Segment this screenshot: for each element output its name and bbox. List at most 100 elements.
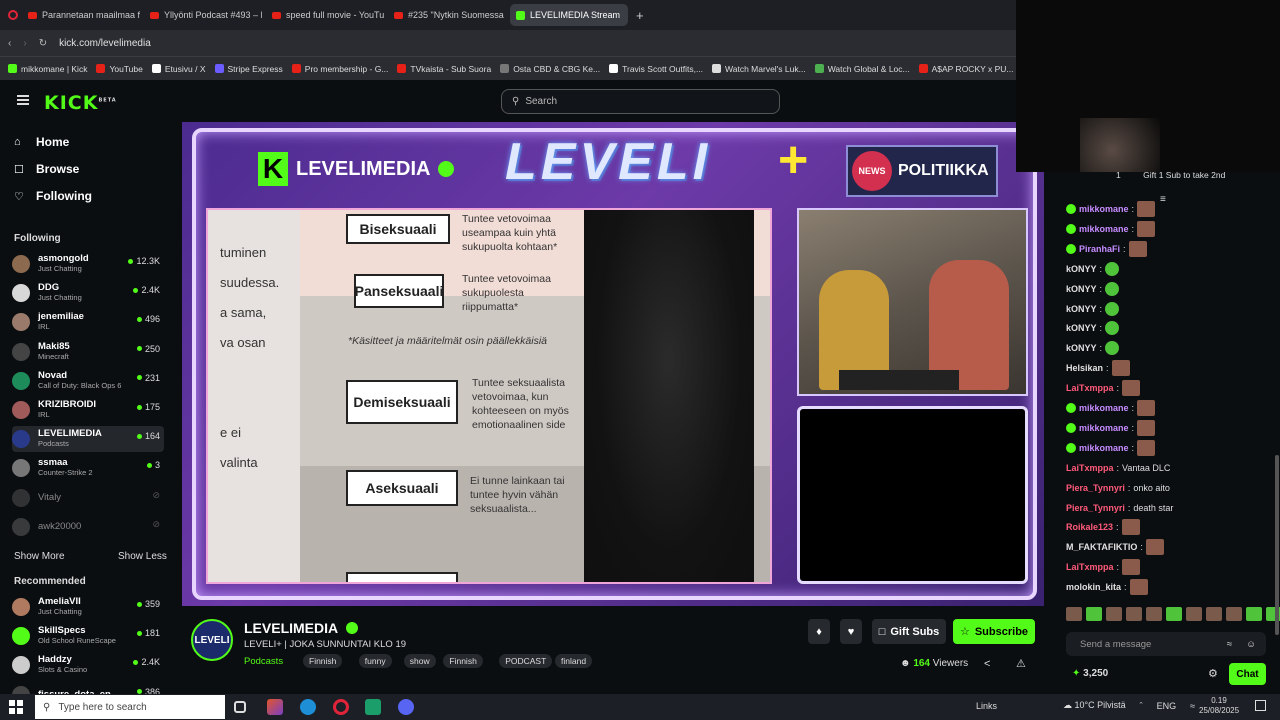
hamburger-menu-icon[interactable] [17,95,29,105]
taskbar-clock[interactable]: 0.19 25/08/2025 [1199,696,1239,716]
emote-icon[interactable] [1106,607,1122,621]
sidebar-channel-levelimedia[interactable]: LEVELIMEDIA Podcasts 164 [12,426,164,453]
stream-tag[interactable]: Finnish [443,654,483,668]
sidebar-channel-vitaly[interactable]: Vitaly ⊘ [12,485,164,511]
emote-icon[interactable] [1206,607,1222,621]
follow-heart-button[interactable]: ♥ [840,619,862,644]
bookmark-item[interactable]: Watch Global & Loc... [814,64,910,74]
reload-icon[interactable]: ↻ [39,38,47,49]
chat-filter-icon[interactable]: ≡ [1160,194,1166,205]
chat-username[interactable]: mikkomane [1079,403,1129,413]
chat-scrollbar[interactable] [1275,455,1279,635]
gift-subs-button[interactable]: □ Gift Subs [872,619,946,644]
links-label[interactable]: Links [976,701,997,711]
browser-tab[interactable]: LEVELIMEDIA Stream [510,4,628,26]
language-indicator[interactable]: ENG [1157,701,1177,711]
stream-tag[interactable]: show [403,654,436,668]
notifications-icon[interactable] [1255,700,1266,711]
app-icon[interactable] [365,699,381,715]
chat-username[interactable]: Roikale123 [1066,522,1113,532]
chat-username[interactable]: molokin_kita [1066,582,1121,592]
sidebar-channel-krizibroidi[interactable]: KRIZIBROIDI IRL 175 [12,397,164,423]
stream-tag[interactable]: Finnish [303,654,343,668]
chat-username[interactable]: Piera_Tynnyri [1066,483,1125,493]
chat-username[interactable]: Helsikan [1066,363,1103,373]
notification-bell-button[interactable]: ♦ [808,619,830,644]
forward-icon[interactable]: › [23,38,26,49]
chevron-up-icon[interactable]: ˆ [1140,701,1143,711]
chat-username[interactable]: kONYY [1066,304,1097,314]
share-icon[interactable]: < [984,658,990,670]
windows-start-icon[interactable] [9,700,23,714]
url-field[interactable]: kick.com/levelimedia [59,38,151,49]
chat-username[interactable]: kONYY [1066,264,1097,274]
sidebar-channel-ddg[interactable]: DDG Just Chatting 2.4K [12,280,164,306]
bookmark-item[interactable]: Osta CBD & CBG Ke... [500,64,600,74]
opera-icon[interactable] [333,699,349,715]
stream-tag[interactable]: PODCAST [499,654,553,668]
sidebar-channel-skillspecs[interactable]: SkillSpecs Old School RuneScape 181 [12,623,164,649]
chat-username[interactable]: Piera_Tynnyri [1066,503,1125,513]
emote-picker-icon[interactable]: ☺ [1246,639,1256,650]
bookmark-item[interactable]: Travis Scott Outfits,... [609,64,703,74]
browser-tab[interactable]: Parannetaan maailmaa fe [22,4,140,26]
task-view-icon[interactable] [234,701,246,713]
bookmark-item[interactable]: mikkomane | Kick [8,64,87,74]
chat-username[interactable]: LaiTxmppa [1066,383,1114,393]
nav-following[interactable]: ♡ Following [14,189,92,203]
chat-message-input[interactable]: Send a message ☺ ≈ [1066,632,1266,656]
channel-avatar[interactable]: LEVELI [191,619,233,661]
report-icon[interactable]: ⚠ [1016,657,1026,670]
emote-icon[interactable] [1246,607,1262,621]
bookmark-item[interactable]: Etusivu / X [151,64,206,74]
chat-username[interactable]: PiranhaFi [1079,244,1120,254]
emote-icon[interactable] [1166,607,1182,621]
chat-username[interactable]: kONYY [1066,343,1097,353]
category-link[interactable]: Podcasts [244,656,283,667]
sidebar-channel-ssmaa[interactable]: ssmaa Counter-Strike 23 [12,455,164,481]
sidebar-channel-jenemiliae[interactable]: jenemiliae IRL 496 [12,309,164,335]
chat-username[interactable]: mikkomane [1079,224,1129,234]
channel-name[interactable]: LEVELIMEDIA [244,620,358,636]
bookmark-item[interactable]: Stripe Express [214,64,283,74]
bookmark-item[interactable]: A$AP ROCKY x PU... [918,64,1014,74]
stream-tag[interactable]: finland [555,654,593,668]
sidebar-channel-novad[interactable]: Novad Call of Duty: Black Ops 6 231 [12,368,164,394]
channel-points[interactable]: ✦ 3,250 [1072,668,1108,679]
emote-icon[interactable] [1126,607,1142,621]
bookmark-item[interactable]: TVkaista - Sub Suora [397,64,491,74]
stream-tag[interactable]: funny [358,654,392,668]
chat-settings-icon[interactable]: ⚙ [1208,667,1218,680]
show-more-button[interactable]: Show More [14,551,65,562]
app-icon[interactable] [267,699,283,715]
bookmark-item[interactable]: Pro membership - G... [291,64,388,74]
emote-icon[interactable] [1186,607,1202,621]
new-tab-icon[interactable]: + [636,8,644,23]
chat-username[interactable]: mikkomane [1079,423,1129,433]
emote-icon[interactable] [1086,607,1102,621]
emote-icon[interactable] [1226,607,1242,621]
emote-icon[interactable] [1146,607,1162,621]
kick-logo[interactable]: KICKBETA [44,92,117,114]
chat-username[interactable]: M_FAKTAFIKTIO [1066,542,1137,552]
browser-tab[interactable]: #235 "Nytkin Suomessa o [388,4,506,26]
discord-icon[interactable] [398,699,414,715]
opera-icon[interactable] [8,10,18,20]
chat-username[interactable]: LaiTxmppa [1066,562,1114,572]
chat-username[interactable]: kONYY [1066,323,1097,333]
back-icon[interactable]: ‹ [8,38,11,49]
sidebar-channel-ameliavii[interactable]: AmeliaVII Just Chatting 359 [12,594,164,620]
chat-username[interactable]: mikkomane [1079,204,1129,214]
chat-username[interactable]: LaiTxmppa [1066,463,1114,473]
sidebar-channel-asmongold[interactable]: asmongold Just Chatting 12.3K [12,251,164,277]
sidebar-channel-maki85[interactable]: Maki85 Minecraft 250 [12,339,164,365]
browser-tab[interactable]: Yllyönti Podcast #493 – M [144,4,262,26]
browser-tab[interactable]: speed full movie - YouTub [266,4,384,26]
sidebar-channel-awk20000[interactable]: awk20000 ⊘ [12,514,164,540]
translate-icon[interactable]: ≈ [1227,639,1232,650]
taskbar-search-input[interactable]: ⚲ Type here to search [35,695,225,719]
bookmark-item[interactable]: YouTube [96,64,143,74]
weather-widget[interactable]: ☁ 10°C Pilvistä [1063,700,1126,711]
search-input[interactable]: ⚲ Search [501,89,780,114]
chat-username[interactable]: kONYY [1066,284,1097,294]
